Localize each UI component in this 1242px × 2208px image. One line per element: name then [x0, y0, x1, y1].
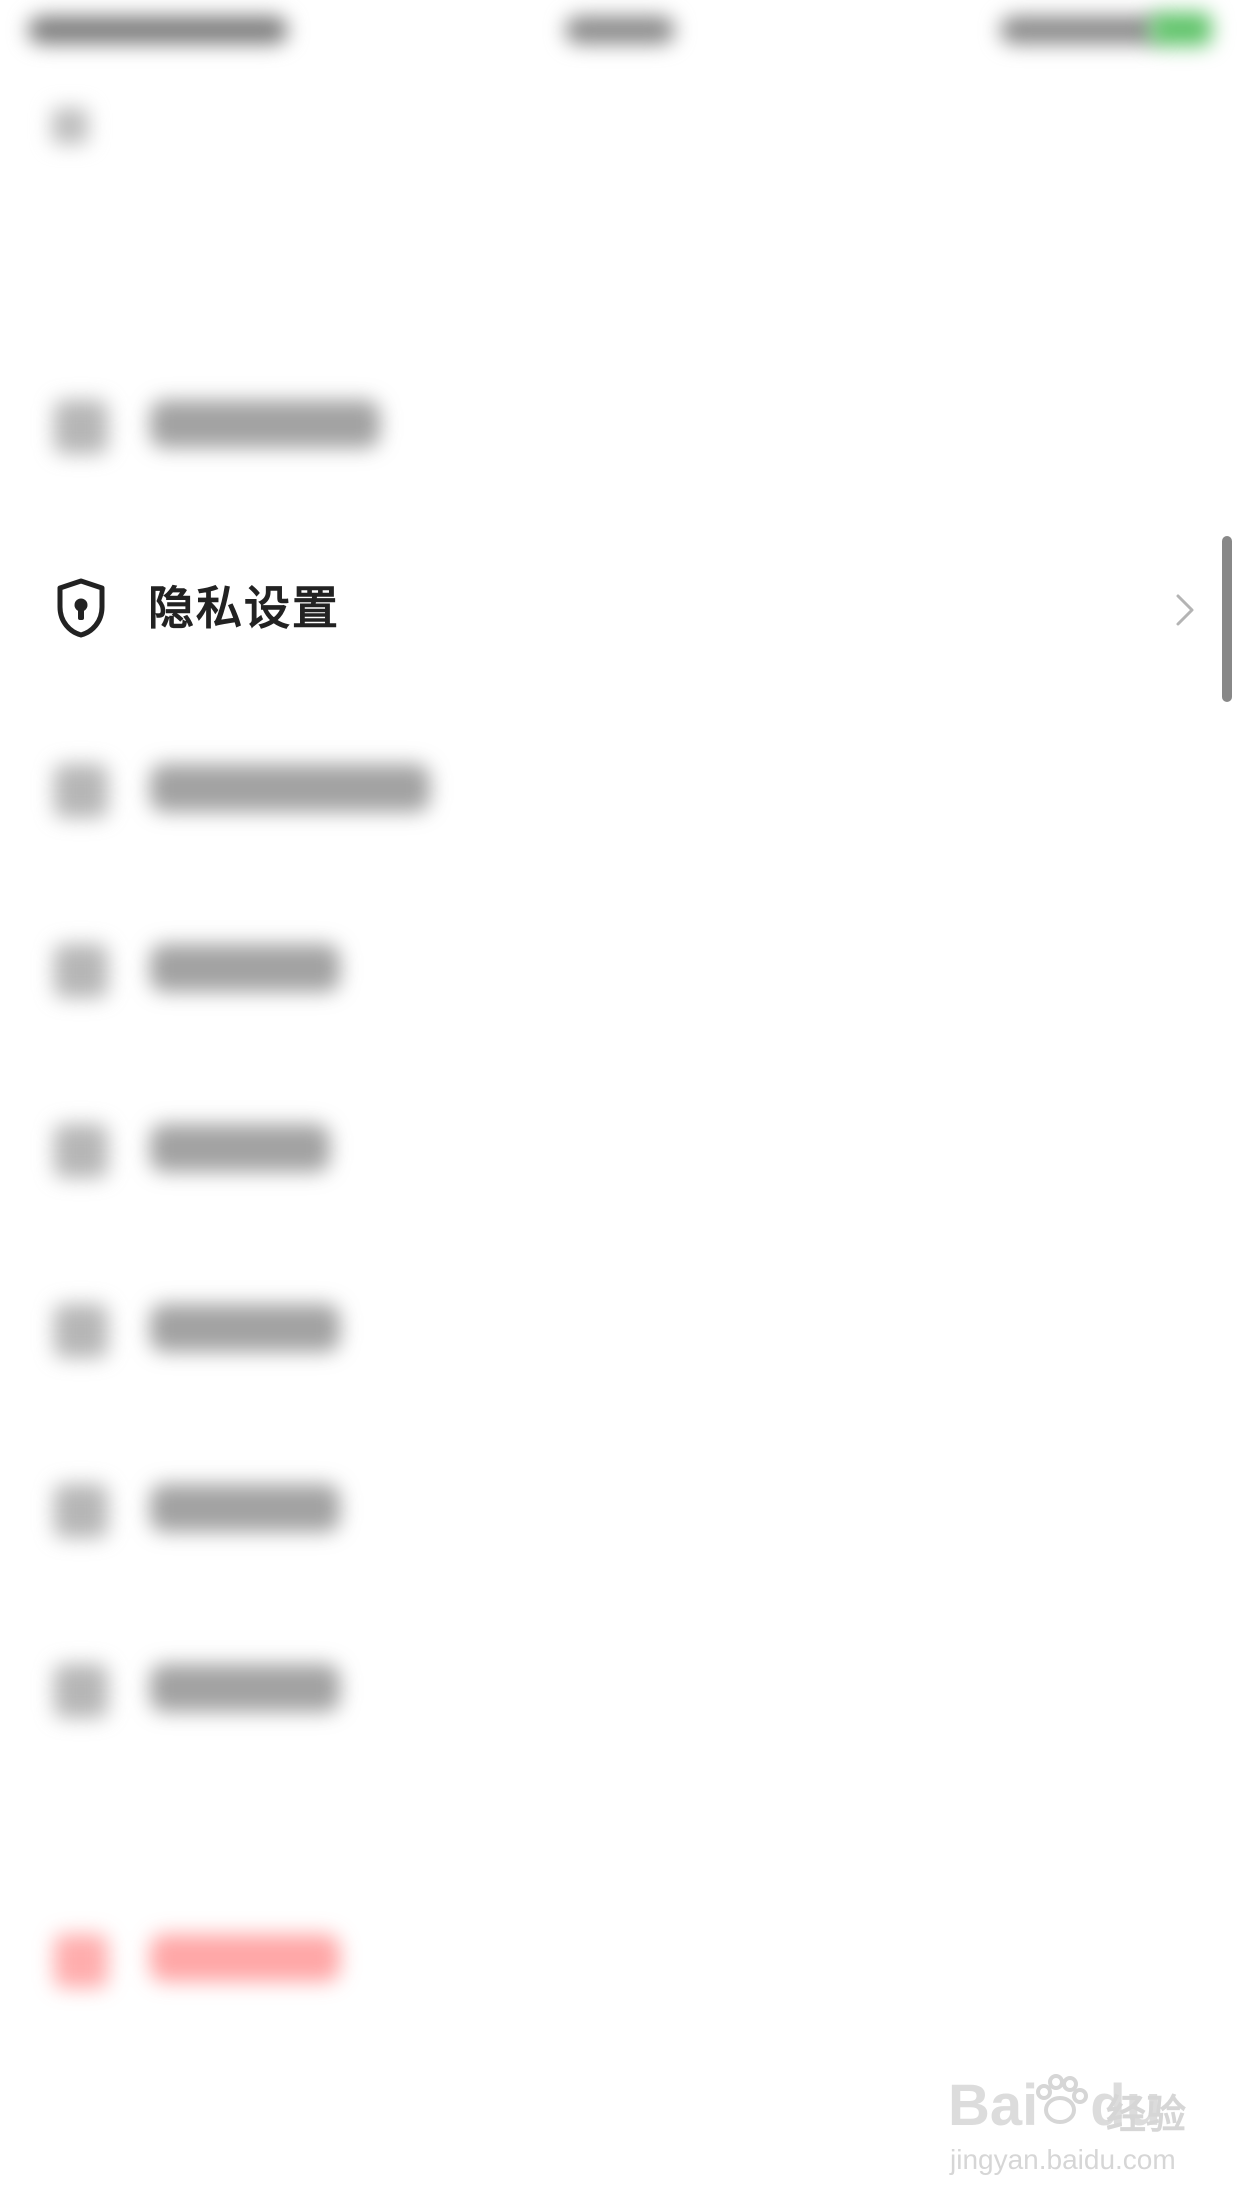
scrollbar[interactable]	[1222, 536, 1232, 702]
settings-row-blurred-6[interactable]	[0, 1266, 1242, 1386]
settings-list: 隐私设置	[0, 0, 1242, 2208]
privacy-settings-label: 隐私设置	[148, 581, 340, 635]
baidu-jingyan-watermark: Bai du 经验 jingyan.baidu.com	[948, 2072, 1188, 2182]
logout-label-blurred	[150, 1934, 340, 1982]
row-label-blurred	[150, 400, 380, 448]
row-label-blurred	[150, 1664, 340, 1712]
row-label-blurred	[150, 764, 430, 812]
settings-row-blurred-7[interactable]	[0, 1446, 1242, 1566]
logout-icon	[54, 1934, 108, 1988]
row-icon	[54, 1124, 108, 1178]
settings-row-blurred-1[interactable]	[0, 362, 1242, 482]
settings-row-blurred-8[interactable]	[0, 1626, 1242, 1746]
settings-row-blurred-4[interactable]	[0, 906, 1242, 1026]
row-icon	[54, 1484, 108, 1538]
row-label-blurred	[150, 1304, 340, 1352]
row-label-blurred	[150, 1124, 330, 1172]
row-label-blurred	[150, 944, 340, 992]
paw-icon	[1036, 2074, 1088, 2124]
row-icon	[54, 400, 108, 454]
watermark-url: jingyan.baidu.com	[950, 2144, 1176, 2175]
chevron-right-icon	[1176, 594, 1194, 626]
settings-row-blurred-5[interactable]	[0, 1086, 1242, 1206]
privacy-settings-row[interactable]: 隐私设置	[0, 548, 1242, 668]
row-icon	[54, 1664, 108, 1718]
row-icon	[54, 764, 108, 818]
settings-row-blurred-3[interactable]	[0, 726, 1242, 846]
row-label-blurred	[150, 1484, 340, 1532]
row-icon	[54, 1304, 108, 1358]
shield-lock-icon	[57, 578, 105, 638]
logout-row-blurred[interactable]	[0, 1896, 1242, 2016]
row-icon	[54, 944, 108, 998]
watermark-cn: 经验	[1106, 2092, 1186, 2138]
